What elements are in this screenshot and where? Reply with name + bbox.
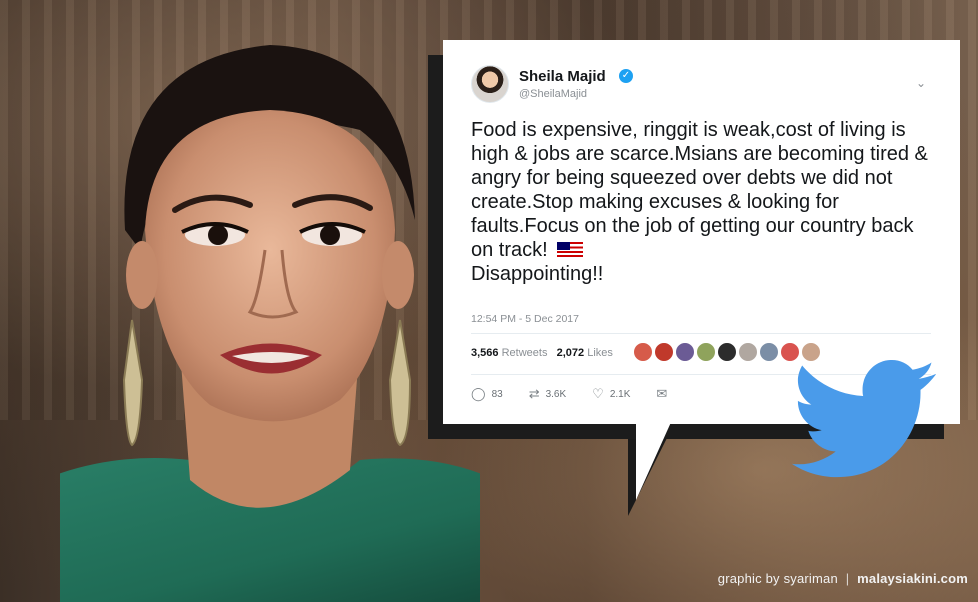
liker-avatar[interactable] <box>717 342 737 362</box>
likes-count[interactable]: 2,072 <box>557 347 585 359</box>
liker-avatars <box>633 342 821 362</box>
verified-badge-icon: ✓ <box>619 69 633 83</box>
liker-avatar[interactable] <box>633 342 653 362</box>
credit-brand: malaysiakini.com <box>857 571 968 586</box>
liker-avatar[interactable] <box>654 342 674 362</box>
liker-avatar[interactable] <box>780 342 800 362</box>
retweet-icon: ⇄ <box>528 386 540 401</box>
credit-prefix: graphic by syariman <box>717 571 838 586</box>
message-button[interactable]: ✉ <box>656 386 667 402</box>
malaysia-flag-icon <box>557 242 584 257</box>
liker-avatar[interactable] <box>759 342 779 362</box>
retweets-count[interactable]: 3,566 <box>471 347 499 359</box>
liker-avatar[interactable] <box>675 342 695 362</box>
chevron-down-icon[interactable]: ⌄ <box>916 76 926 90</box>
tweet-timestamp[interactable]: 12:54 PM - 5 Dec 2017 <box>471 313 579 325</box>
like-button[interactable]: ♡ 2.1K <box>592 386 630 402</box>
reply-icon: ◯ <box>471 386 486 401</box>
display-name[interactable]: Sheila Majid <box>519 68 606 85</box>
liker-avatar[interactable] <box>801 342 821 362</box>
engagement-stats: 3,566 Retweets 2,072 Likes <box>471 347 613 359</box>
retweets-label[interactable]: Retweets <box>502 347 548 359</box>
tweet-ending: Disappointing!! <box>471 263 604 285</box>
image-credit: graphic by syariman | malaysiakini.com <box>718 571 968 586</box>
woman-portrait <box>60 45 480 602</box>
liker-avatar[interactable] <box>738 342 758 362</box>
tweet-actions: ◯ 83 ⇄ 3.6K ♡ 2.1K ✉ <box>471 386 667 402</box>
divider <box>471 333 931 334</box>
tweet-body: Food is expensive, ringgit is weak,cost … <box>471 119 928 261</box>
likes-label[interactable]: Likes <box>587 347 613 359</box>
liker-avatar[interactable] <box>696 342 716 362</box>
tweet-text: Food is expensive, ringgit is weak,cost … <box>471 118 941 286</box>
reply-count: 83 <box>491 388 503 400</box>
retweet-count: 3.6K <box>545 388 567 400</box>
reply-button[interactable]: ◯ 83 <box>471 386 503 402</box>
credit-separator: | <box>845 571 850 586</box>
message-icon: ✉ <box>656 386 668 401</box>
like-icon: ♡ <box>592 386 604 401</box>
twitter-bird-icon <box>791 360 936 478</box>
like-count: 2.1K <box>609 388 631 400</box>
speech-tail <box>636 420 672 500</box>
retweet-button[interactable]: ⇄ 3.6K <box>529 386 566 402</box>
avatar[interactable] <box>471 65 509 103</box>
graphic-scene: Sheila Majid ✓ @SheilaMajid ⌄ Food is ex… <box>0 0 978 602</box>
user-handle[interactable]: @SheilaMajid <box>519 88 587 100</box>
